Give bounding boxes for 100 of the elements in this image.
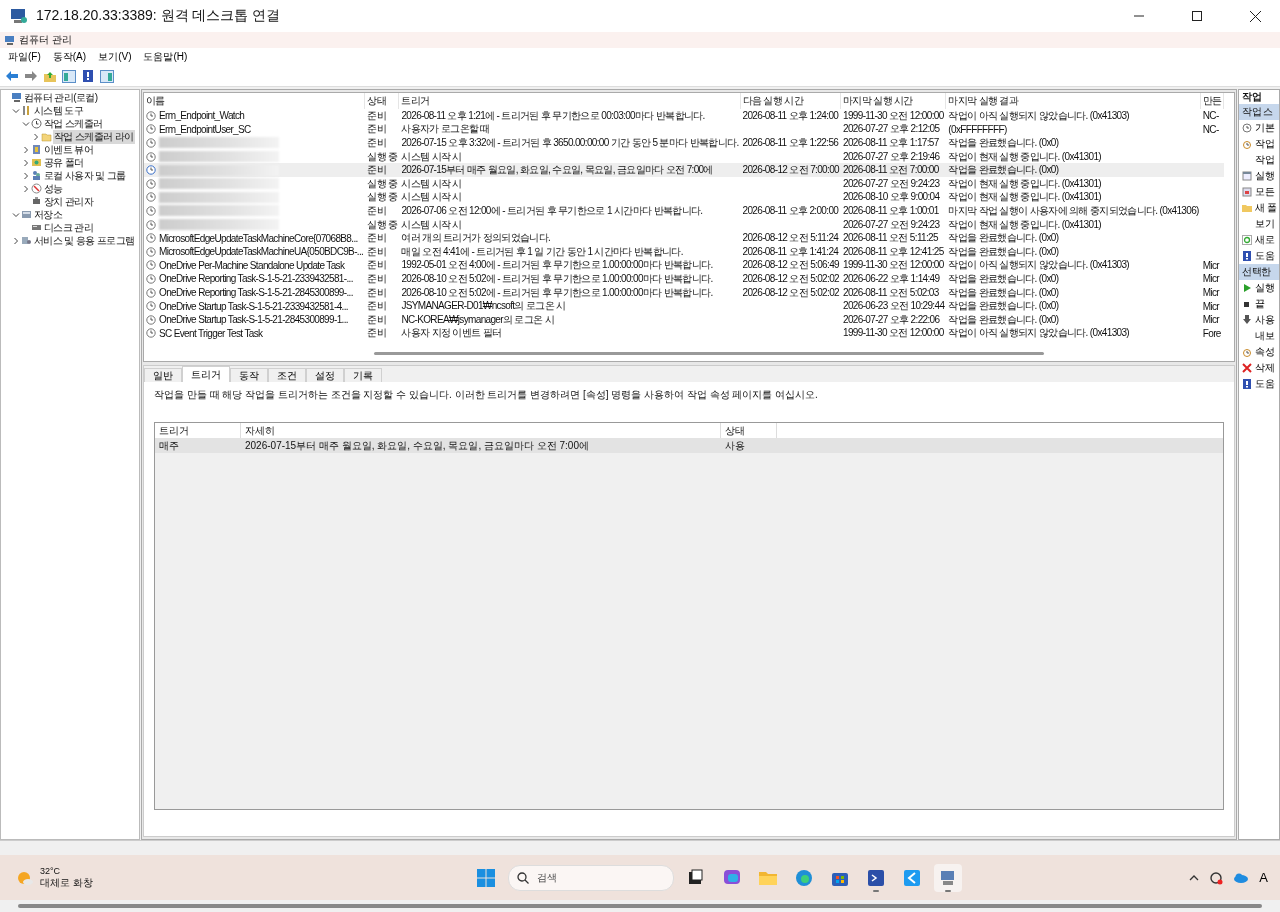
tab[interactable]: 설정 <box>306 368 344 382</box>
table-row[interactable]: 매주 2026-07-15부터 매주 월요일, 화요일, 수요일, 목요일, 금요일마다 오전 7:00에 사용 <box>155 438 1223 453</box>
tree-item[interactable]: 디스크 관리 <box>43 220 95 235</box>
action-item[interactable]: 모든 <box>1239 184 1279 200</box>
cloud-icon[interactable] <box>1233 872 1250 883</box>
action-item[interactable]: 실행 <box>1239 168 1279 184</box>
menu-item[interactable]: 보기(V) <box>94 50 136 64</box>
table-cell-text: 여러 개의 트리거가 정의되었습니다. <box>400 231 552 245</box>
help-button[interactable] <box>80 68 96 84</box>
table-cell-text: (0xFFFFFFFF) <box>947 122 1008 137</box>
table-cell-text: 1999-11-30 오전 12:00:00 <box>842 258 945 273</box>
tree-item[interactable]: 공유 폴더 <box>43 155 85 170</box>
tree-item[interactable]: 저장소 <box>33 207 64 222</box>
action-item[interactable]: 작업 <box>1239 152 1279 168</box>
table-cell-text: 작업을 완료했습니다. (0x0) <box>947 136 1060 150</box>
table-cell-text: 작업이 아직 실행되지 않았습니다. (0x41303) <box>947 258 1131 273</box>
action-item[interactable]: 실행 <box>1239 280 1279 296</box>
show-hide-tree-button[interactable] <box>61 68 77 84</box>
task-name: SC Event Trigger Test Task <box>159 327 263 339</box>
tree-item[interactable]: 로컬 사용자 및 그룹 <box>43 168 127 183</box>
tree-item[interactable]: 작업 스케줄러 <box>43 116 104 131</box>
action-item[interactable]: 도움 <box>1239 248 1279 264</box>
show-hide-action-pane-button[interactable] <box>99 68 115 84</box>
tree-item[interactable]: 시스템 도구 <box>33 103 85 118</box>
table-cell-text: 작업이 현재 실행 중입니다. (0x41301) <box>947 217 1102 232</box>
table-cell-text: 2026-08-11 오전 5:11:25 <box>842 231 939 245</box>
table-row[interactable]: 준비 2026-07-15부터 매주 월요일, 화요일, 수요일, 목요일, 금요일마다 오전 7:00에 2026-08-12 오전 7:00:00 2026-08-11 오전 7:00:00 작업을 완료했습니다. (0x0) <box>144 163 1225 177</box>
task-name: MicrosoftEdgeUpdateTaskMachineUA{050BDC9B-... <box>159 246 364 258</box>
chevron-up-icon[interactable] <box>1189 873 1200 882</box>
table-cell-text: 준비 <box>366 109 387 123</box>
table-cell-text: 2026-07-15 오후 3:32에 - 트리거된 후 3650.00:00:00 기간 동안 5 분마다 반복합니다. <box>400 136 740 150</box>
clock-icon <box>146 233 156 244</box>
table-cell-text: 2026-08-11 오후 1:41:24 <box>741 244 840 259</box>
action-item[interactable]: 내보 <box>1239 328 1279 344</box>
table-cell-text: 사용 <box>724 438 746 453</box>
action-item[interactable]: 속성 <box>1239 344 1279 360</box>
menu-item[interactable]: 파일(F) <box>4 50 45 64</box>
table-cell-text: 2026-07-27 오전 9:24:23 <box>842 176 941 191</box>
input-language-indicator[interactable]: A <box>1259 870 1268 885</box>
action-item[interactable]: 작업 <box>1239 136 1279 152</box>
table-cell-text: Fore <box>1201 326 1222 341</box>
section-header[interactable]: 작업 스 <box>1239 104 1279 120</box>
task-name: MicrosoftEdgeUpdateTaskMachineCore{07068B8... <box>159 232 358 244</box>
down-arrow-icon <box>1242 315 1252 325</box>
scrollbar-thumb[interactable] <box>18 904 1262 908</box>
computer-icon <box>4 34 15 46</box>
table-cell-text: 시스템 시작 시 <box>400 149 463 164</box>
section-header[interactable]: 선택한 <box>1239 264 1279 280</box>
action-item[interactable]: 기본 <box>1239 120 1279 136</box>
action-item[interactable]: 도움 <box>1239 376 1279 392</box>
code-editor-icon <box>902 867 922 888</box>
tree-item[interactable]: 장치 관리자 <box>43 194 95 209</box>
search-field[interactable]: 검색 <box>508 864 674 891</box>
table-cell-text: 2026-08-12 오전 5:02:02 <box>741 272 840 286</box>
description-text: 작업을 만들 때 해당 작업을 트리거하는 조건을 지정할 수 있습니다. 이러한 트리거를 변경하려면 [속성] 명령을 사용하여 작업 속성 페이지를 여십시오. <box>154 388 819 402</box>
table-cell-text: Micr <box>1201 258 1221 273</box>
chevron-down-icon[interactable] <box>11 210 20 219</box>
tree-item[interactable]: 서비스 및 응용 프로그램 <box>33 233 136 248</box>
table-cell-text: 2026-08-11 오전 5:02:03 <box>842 285 940 300</box>
table-cell-text: 준비 <box>366 326 387 341</box>
computer-icon <box>11 92 22 103</box>
sync-icon[interactable] <box>1209 870 1224 885</box>
menu-item[interactable]: 동작(A) <box>48 50 91 64</box>
table-cell-text: 매일 오전 4:41에 - 트리거된 후 1 일 기간 동안 1 시간마다 반복합니다. <box>400 244 684 259</box>
forward-button[interactable] <box>23 68 39 84</box>
task-name: Erm_EndpointUser_SC <box>159 123 251 135</box>
action-item[interactable]: 사용 <box>1239 312 1279 328</box>
folder-icon <box>41 131 52 142</box>
table-cell-text: 작업을 완료했습니다. (0x0) <box>947 299 1060 313</box>
table-cell-text: 2026-07-27 오후 2:12:05 <box>842 122 941 137</box>
tab[interactable]: 조건 <box>268 368 306 382</box>
table-cell-text: 2026-07-27 오후 2:22:06 <box>842 312 941 327</box>
list-icon <box>1242 187 1252 197</box>
action-item[interactable]: 새 폴 <box>1239 200 1279 216</box>
clock-icon <box>146 301 156 312</box>
folder-icon <box>1242 203 1252 213</box>
tab[interactable]: 기록 <box>344 368 382 382</box>
table-cell-text: 2026-08-10 오후 9:00:04 <box>842 190 941 205</box>
table-cell-text: 2026-08-12 오전 5:11:24 <box>741 231 840 245</box>
table-cell-text: 준비 <box>366 122 387 137</box>
table-cell-text: 1992-05-01 오전 4:00에 - 트리거된 후 무기한으로 1.00:00:00마다 반복합니다. <box>400 258 714 273</box>
table-cell-text: 준비 <box>366 136 387 150</box>
chevron-right-icon[interactable] <box>11 236 20 245</box>
menu-item[interactable]: 도움말(H) <box>139 50 192 64</box>
tab[interactable]: 일반 <box>144 368 182 382</box>
action-item[interactable]: 새로 <box>1239 232 1279 248</box>
action-item[interactable]: 끝 <box>1239 296 1279 312</box>
tree-item[interactable]: 성능 <box>43 181 64 196</box>
table-cell-text: 2026-08-11 오후 1:17:57 <box>842 136 940 150</box>
tab[interactable]: 동작 <box>230 368 268 382</box>
tree-item[interactable]: 작업 스케줄러 라이 <box>53 129 135 144</box>
tree-item[interactable]: 컴퓨터 관리(로컬) <box>23 90 99 105</box>
scrollbar-thumb[interactable] <box>374 352 1044 355</box>
clock-icon <box>1242 123 1252 133</box>
stop-icon <box>1242 299 1252 309</box>
tree-item[interactable]: 이벤트 뷰어 <box>43 142 95 157</box>
tab[interactable]: 트리거 <box>182 366 230 382</box>
action-item[interactable]: 보기 <box>1239 216 1279 232</box>
table-cell-text: 시스템 시작 시 <box>400 176 463 191</box>
action-item[interactable]: 삭제 <box>1239 360 1279 376</box>
